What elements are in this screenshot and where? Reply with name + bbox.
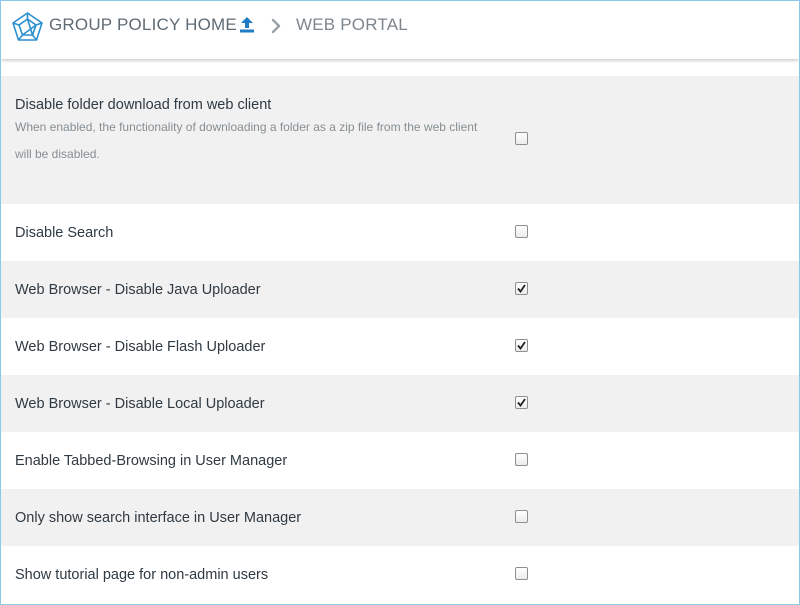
- setting-row-disable-folder-download: Disable folder download from web client …: [1, 76, 799, 204]
- setting-checkbox-disable-java-uploader[interactable]: [515, 282, 528, 295]
- setting-row-show-tutorial-page: Show tutorial page for non-admin users: [1, 546, 799, 603]
- logo-icon: [12, 12, 43, 41]
- setting-description: When enabled, the functionality of downl…: [15, 120, 478, 161]
- checkmark-icon: [517, 341, 526, 350]
- setting-text: Disable folder download from web client …: [15, 76, 485, 168]
- setting-label: Web Browser - Disable Java Uploader: [15, 281, 261, 298]
- window-frame: GROUP POLICY HOME WEB PORTAL Disable fol…: [0, 0, 800, 605]
- setting-label: Disable Search: [15, 224, 114, 241]
- setting-checkbox-disable-local-uploader[interactable]: [515, 396, 528, 409]
- setting-label: Enable Tabbed-Browsing in User Manager: [15, 452, 288, 469]
- setting-row-only-search-interface: Only show search interface in User Manag…: [1, 489, 799, 546]
- setting-row-disable-java-uploader: Web Browser - Disable Java Uploader: [1, 261, 799, 318]
- setting-label: Web Browser - Disable Flash Uploader: [15, 338, 266, 355]
- setting-checkbox-disable-folder-download[interactable]: [515, 132, 528, 145]
- setting-row-disable-local-uploader: Web Browser - Disable Local Uploader: [1, 375, 799, 432]
- setting-label: Show tutorial page for non-admin users: [15, 566, 269, 583]
- setting-label: Disable folder download from web client: [15, 97, 272, 113]
- setting-row-enable-tabbed-browsing: Enable Tabbed-Browsing in User Manager: [1, 432, 799, 489]
- breadcrumb-home[interactable]: GROUP POLICY HOME: [49, 15, 237, 35]
- setting-checkbox-disable-flash-uploader[interactable]: [515, 339, 528, 352]
- setting-checkbox-enable-tabbed-browsing[interactable]: [515, 453, 528, 466]
- setting-row-disable-search: Disable Search: [1, 204, 799, 261]
- setting-label: Web Browser - Disable Local Uploader: [15, 395, 265, 412]
- setting-row-disable-flash-uploader: Web Browser - Disable Flash Uploader: [1, 318, 799, 375]
- chevron-right-icon: [271, 18, 281, 34]
- setting-checkbox-show-tutorial-page[interactable]: [515, 567, 528, 580]
- setting-checkbox-disable-search[interactable]: [515, 225, 528, 238]
- setting-checkbox-only-search-interface[interactable]: [515, 510, 528, 523]
- checkmark-icon: [517, 284, 526, 293]
- header-bar: GROUP POLICY HOME WEB PORTAL: [1, 1, 799, 59]
- settings-list: Disable folder download from web client …: [1, 76, 799, 603]
- breadcrumb-current: WEB PORTAL: [296, 15, 408, 34]
- upload-icon[interactable]: [238, 16, 256, 34]
- checkmark-icon: [517, 398, 526, 407]
- setting-label: Only show search interface in User Manag…: [15, 509, 302, 526]
